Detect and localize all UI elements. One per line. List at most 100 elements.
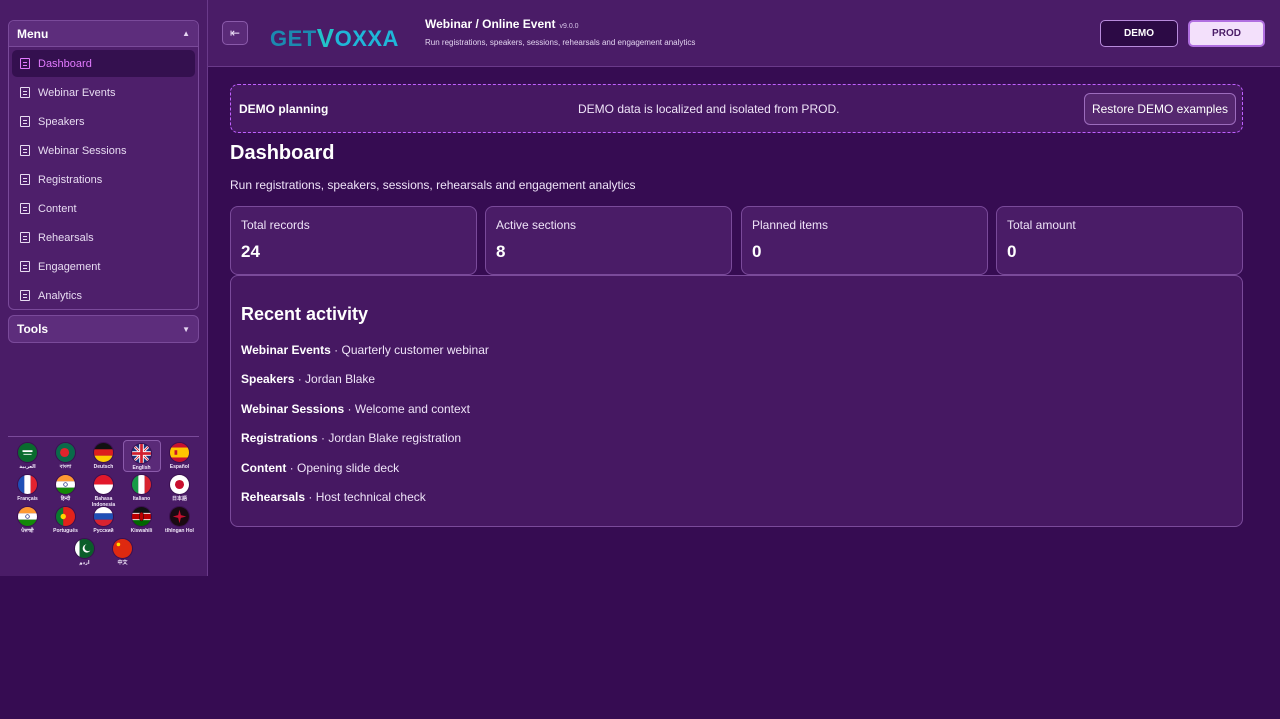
sidebar-item-speakers[interactable]: Speakers (12, 108, 195, 135)
stat-label: Total records (241, 218, 310, 232)
language-option-klingon[interactable]: tlhIngan Hol (161, 504, 199, 536)
language-label: Italiano (132, 496, 151, 502)
activity-item-text: Quarterly customer webinar (341, 343, 489, 357)
language-option-chinese[interactable]: 中文 (104, 536, 142, 568)
list-item: Speakers · Jordan Blake (241, 372, 489, 401)
language-option-punjabi[interactable]: ਪੰਜਾਬੀ (9, 504, 47, 536)
collapse-sidebar-icon[interactable]: ⇤ (222, 21, 248, 45)
language-option-japanese[interactable]: 日本語 (161, 472, 199, 504)
separator: · (330, 343, 342, 357)
document-icon (20, 232, 30, 243)
language-label: English (132, 465, 151, 471)
language-option-portugues[interactable]: Português (47, 504, 85, 536)
menu-section: Menu ▲ Dashboard Webinar Events Speakers… (8, 20, 199, 310)
sidebar-item-webinar-events[interactable]: Webinar Events (12, 79, 195, 106)
activity-section: Speakers (241, 372, 295, 387)
activity-item-text: Welcome and context (354, 401, 470, 416)
uk-flag-icon (131, 443, 152, 464)
france-flag-icon (17, 474, 38, 495)
pakistan-flag-icon (74, 538, 95, 559)
saudi-flag-icon (17, 442, 38, 463)
activity-item-text: Opening slide deck (297, 460, 400, 475)
stat-label: Total amount (1007, 218, 1076, 232)
activity-item-text: Jordan Blake registration (328, 431, 462, 446)
stat-card-active-sections: Active sections 8 (485, 206, 732, 275)
klingon-emblem-icon (169, 506, 190, 527)
language-switcher: العربية বাংলা Deutsch English Español Fr… (8, 440, 199, 568)
language-option-kiswahili[interactable]: Kiswahili (123, 504, 161, 536)
sidebar-item-registrations[interactable]: Registrations (12, 166, 195, 193)
sidebar-item-label: Rehearsals (38, 231, 94, 244)
sidebar-item-label: Engagement (38, 260, 101, 273)
indonesia-flag-icon (93, 474, 114, 495)
tools-title: Tools (17, 322, 49, 336)
demo-button[interactable]: DEMO (1100, 20, 1178, 47)
sidebar-item-content[interactable]: Content (12, 195, 195, 222)
language-option-russian[interactable]: Русский (85, 504, 123, 536)
activity-section: Webinar Sessions (241, 401, 345, 416)
germany-flag-icon (93, 442, 114, 463)
spain-flag-icon (169, 442, 190, 463)
sidebar-item-label: Dashboard (38, 57, 92, 70)
caret-up-icon: ▲ (182, 29, 190, 38)
sidebar-item-label: Webinar Events (38, 86, 116, 99)
language-option-italiano[interactable]: Italiano (123, 472, 161, 504)
prod-button[interactable]: PROD (1188, 20, 1265, 47)
document-icon (20, 145, 30, 156)
activity-section: Webinar Events (241, 343, 331, 357)
language-option-espanol[interactable]: Español (161, 440, 199, 472)
caret-down-icon: ▼ (182, 324, 190, 334)
language-label: 中文 (117, 560, 128, 566)
page-subtitle: Run registrations, speakers, sessions, r… (230, 178, 636, 192)
app-title-text: Webinar / Online Event (425, 17, 556, 31)
language-option-urdu[interactable]: اردو (66, 536, 104, 568)
language-label: বাংলা (59, 464, 72, 470)
document-icon (20, 261, 30, 272)
china-flag-icon (112, 538, 133, 559)
sidebar-item-label: Content (38, 202, 77, 215)
language-label: हिन्दी (60, 496, 71, 502)
language-option-deutsch[interactable]: Deutsch (85, 440, 123, 472)
divider (8, 436, 199, 437)
sidebar-item-webinar-sessions[interactable]: Webinar Sessions (12, 137, 195, 164)
separator: · (305, 489, 316, 504)
list-item: Rehearsals · Host technical check (241, 490, 489, 519)
language-label: Português (53, 528, 78, 534)
language-option-indonesian[interactable]: Bahasa Indonesia (85, 472, 123, 508)
sidebar-item-rehearsals[interactable]: Rehearsals (12, 224, 195, 251)
language-label: Deutsch (93, 464, 114, 470)
document-icon (20, 116, 30, 127)
kenya-flag-icon (131, 506, 152, 527)
stat-label: Planned items (752, 218, 829, 232)
menu-header[interactable]: Menu ▲ (9, 21, 198, 47)
banner-note: DEMO data is localized and isolated from… (578, 102, 840, 116)
language-option-arabic[interactable]: العربية (9, 440, 47, 472)
bangladesh-flag-icon (55, 442, 76, 463)
india-flag-icon (55, 474, 76, 495)
restore-demo-button[interactable]: Restore DEMO examples (1084, 93, 1236, 125)
stat-card-planned-items: Planned items 0 (741, 206, 988, 275)
language-label: ਪੰਜਾਬੀ (21, 528, 34, 534)
document-icon (20, 87, 30, 98)
japan-flag-icon (169, 474, 190, 495)
list-item: Webinar Events · Quarterly customer webi… (241, 343, 489, 372)
top-header: ⇤ GET V OXXA Webinar / Online Event v9.0.… (208, 0, 1280, 67)
sidebar-item-dashboard[interactable]: Dashboard (12, 50, 195, 77)
language-option-english[interactable]: English (122, 440, 161, 472)
language-option-francais[interactable]: Français (9, 472, 47, 504)
language-label: Español (169, 464, 190, 470)
sidebar-item-analytics[interactable]: Analytics (12, 282, 195, 309)
russia-flag-icon (93, 506, 114, 527)
language-option-hindi[interactable]: हिन्दी (47, 472, 85, 504)
sidebar-item-label: Registrations (38, 173, 103, 186)
tools-section[interactable]: Tools ▼ (8, 315, 199, 343)
tools-header[interactable]: Tools ▼ (9, 316, 198, 342)
language-label: Français (17, 496, 38, 502)
sidebar: Menu ▲ Dashboard Webinar Events Speakers… (0, 0, 208, 576)
document-icon (20, 203, 30, 214)
page-title: Dashboard (230, 142, 335, 164)
sidebar-item-label: Webinar Sessions (38, 144, 127, 157)
sidebar-item-engagement[interactable]: Engagement (12, 253, 195, 280)
menu-title: Menu (17, 26, 49, 41)
language-option-bangla[interactable]: বাংলা (47, 440, 85, 472)
